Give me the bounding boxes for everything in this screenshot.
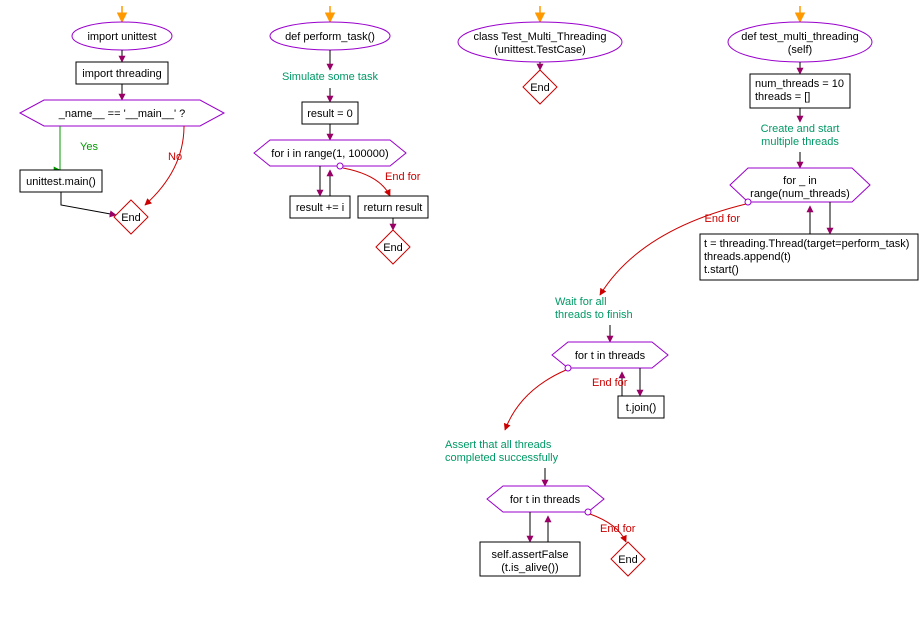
- svg-text:End: End: [618, 554, 638, 566]
- node-for-range: for i in range(1, 100000): [254, 140, 406, 169]
- node-for-threads-assert: for t in threads: [487, 486, 604, 515]
- node-class-def: class Test_Multi_Threading (unittest.Tes…: [458, 22, 622, 62]
- svg-text:self.assertFalse: self.assertFalse: [491, 549, 568, 561]
- node-assert-false: self.assertFalse (t.is_alive()): [480, 542, 580, 576]
- comment-assert-2: completed successfully: [445, 452, 559, 464]
- node-result-zero: result = 0: [302, 102, 358, 124]
- node-name-main-decision: _name__ == '__main__' ?: [20, 100, 224, 126]
- loop-exit-edge: [505, 370, 566, 430]
- loop-exit-edge: [343, 168, 390, 196]
- svg-text:threads.append(t): threads.append(t): [704, 251, 791, 263]
- node-end-test-method: End: [611, 542, 645, 576]
- svg-text:t.start(): t.start(): [704, 264, 739, 276]
- svg-text:End: End: [121, 212, 141, 224]
- node-end-class: End: [523, 70, 557, 104]
- node-thread-body: t = threading.Thread(target=perform_task…: [700, 234, 918, 280]
- flow-edge: [61, 192, 116, 215]
- svg-text:num_threads = 10: num_threads = 10: [755, 78, 844, 90]
- svg-text:t.join(): t.join(): [626, 402, 657, 414]
- node-t-join: t.join(): [618, 396, 664, 418]
- node-result-plus-i: result += i: [290, 196, 350, 218]
- end-for-label: End for: [592, 377, 628, 389]
- svg-text:_name__ == '__main__' ?: _name__ == '__main__' ?: [58, 108, 186, 120]
- svg-text:import unittest: import unittest: [87, 31, 156, 43]
- svg-text:range(num_threads): range(num_threads): [750, 188, 850, 200]
- svg-text:End: End: [383, 242, 403, 254]
- svg-text:result = 0: result = 0: [307, 108, 353, 120]
- node-return-result: return result: [358, 196, 428, 218]
- no-edge: [145, 126, 184, 205]
- no-label: No: [168, 151, 182, 163]
- end-for-label: End for: [705, 213, 741, 225]
- yes-label: Yes: [80, 141, 98, 153]
- comment-create-start: Create and start: [761, 123, 840, 135]
- node-init-threads: num_threads = 10 threads = []: [750, 74, 850, 108]
- svg-text:for _ in: for _ in: [783, 175, 817, 187]
- end-for-label: End for: [385, 171, 421, 183]
- comment-create-start-2: multiple threads: [761, 136, 839, 148]
- node-import-threading: import threading: [76, 62, 168, 84]
- node-import-unittest: import unittest: [72, 22, 172, 50]
- comment-simulate-task: Simulate some task: [282, 71, 378, 83]
- comment-wait-all: Wait for all: [555, 296, 607, 308]
- svg-text:threads = []: threads = []: [755, 91, 810, 103]
- flowchart-canvas: import unittest import threading _name__…: [0, 0, 924, 625]
- svg-text:class Test_Multi_Threading: class Test_Multi_Threading: [473, 31, 606, 43]
- svg-text:for t in threads: for t in threads: [510, 494, 581, 506]
- comment-assert: Assert that all threads: [445, 439, 552, 451]
- node-end-perform-task: End: [376, 230, 410, 264]
- svg-text:result += i: result += i: [296, 202, 344, 214]
- svg-text:unittest.main(): unittest.main(): [26, 176, 96, 188]
- node-unittest-main: unittest.main(): [20, 170, 102, 192]
- svg-text:t = threading.Thread(target=pe: t = threading.Thread(target=perform_task…: [704, 238, 909, 250]
- end-for-label: End for: [600, 523, 636, 535]
- svg-text:for t in threads: for t in threads: [575, 350, 646, 362]
- node-end-main: End: [114, 200, 148, 234]
- flow-main: import unittest import threading _name__…: [20, 6, 224, 234]
- svg-text:(t.is_alive()): (t.is_alive()): [501, 562, 558, 574]
- svg-text:return result: return result: [364, 202, 423, 214]
- svg-text:def perform_task(): def perform_task(): [285, 31, 375, 43]
- node-for-num-threads: for _ in range(num_threads): [730, 168, 870, 205]
- flow-class: class Test_Multi_Threading (unittest.Tes…: [458, 6, 622, 104]
- svg-text:def test_multi_threading: def test_multi_threading: [741, 31, 858, 43]
- comment-wait-all-2: threads to finish: [555, 309, 633, 321]
- flow-perform-task: def perform_task() Simulate some task re…: [254, 6, 428, 264]
- node-def-test-method: def test_multi_threading (self): [728, 22, 872, 62]
- svg-text:(unittest.TestCase): (unittest.TestCase): [494, 44, 586, 56]
- flow-test-method: def test_multi_threading (self) num_thre…: [445, 6, 918, 576]
- node-for-threads-join: for t in threads: [552, 342, 668, 371]
- svg-text:(self): (self): [788, 44, 812, 56]
- svg-text:import threading: import threading: [82, 68, 162, 80]
- svg-text:End: End: [530, 82, 550, 94]
- svg-text:for i in range(1, 100000): for i in range(1, 100000): [271, 148, 388, 160]
- node-def-perform-task: def perform_task(): [270, 22, 390, 50]
